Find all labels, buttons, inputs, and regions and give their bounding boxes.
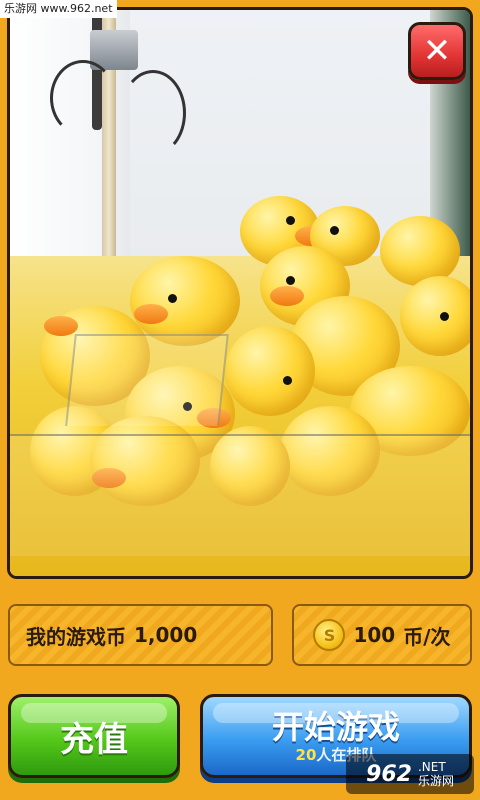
- coins-label: 我的游戏币: [26, 624, 126, 649]
- coins-value: 1,000: [134, 623, 198, 647]
- claw-machine-camera-view: [7, 7, 473, 579]
- rubber-duck-plush: [225, 326, 315, 416]
- glass-panel: [10, 434, 470, 556]
- button-shine: [213, 703, 459, 723]
- watermark-logo: 962 .NET 乐游网: [346, 754, 474, 794]
- recharge-button[interactable]: 充值: [8, 694, 180, 778]
- claw-arm-right: [120, 70, 186, 156]
- glass-panel-back: [65, 334, 229, 426]
- watermark-top: 乐游网 www.962.net: [0, 0, 117, 18]
- claw-arm-left: [50, 60, 116, 136]
- watermark-logo-number: 962: [366, 761, 412, 787]
- watermark-logo-cn: 乐游网: [417, 774, 454, 788]
- button-shine: [21, 703, 167, 723]
- watermark-logo-net: .NET: [417, 760, 446, 774]
- queue-count: 20: [295, 746, 317, 764]
- coins-panel: 我的游戏币 1,000: [8, 604, 273, 666]
- coin-icon: S: [313, 619, 346, 651]
- cost-value: 100: [353, 623, 396, 647]
- close-button[interactable]: ✕: [408, 22, 466, 80]
- cost-unit: 币/次: [403, 624, 451, 649]
- cost-panel: S 100 币/次: [292, 604, 472, 666]
- rubber-duck-plush: [380, 216, 460, 286]
- rubber-duck-plush: [400, 276, 470, 356]
- close-icon: ✕: [422, 31, 452, 71]
- watermark-logo-text: .NET 乐游网: [418, 760, 454, 788]
- rubber-duck-plush: [130, 256, 240, 346]
